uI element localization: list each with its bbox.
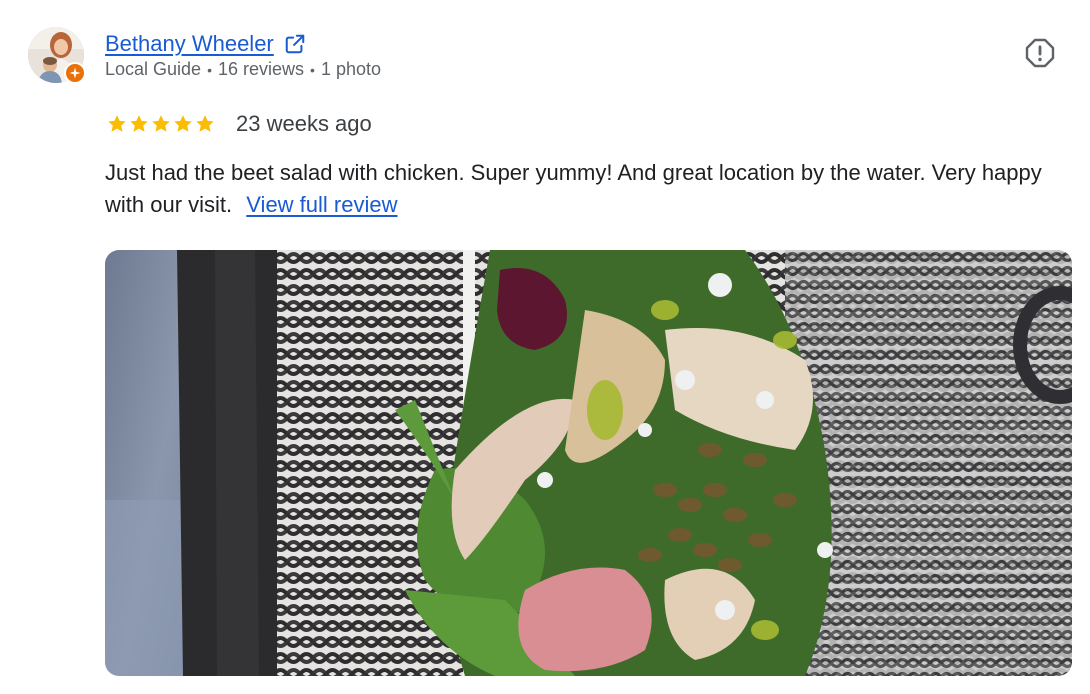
report-review-button[interactable] <box>1023 36 1057 70</box>
star-icon <box>196 115 214 132</box>
report-icon <box>1025 38 1055 68</box>
local-guide-badge-icon <box>64 62 86 84</box>
meta-separator: • <box>310 61 315 78</box>
review-header: Bethany Wheeler Local Guide • 16 reviews… <box>105 30 381 80</box>
review-time: 23 weeks ago <box>236 111 372 136</box>
reviewer-avatar[interactable] <box>28 27 86 85</box>
star-icon <box>108 115 126 132</box>
review-count: 16 reviews <box>217 59 305 79</box>
reviewer-name-row: Bethany Wheeler <box>105 30 381 58</box>
local-guide-label: Local Guide <box>105 59 202 79</box>
review-card: Bethany Wheeler Local Guide • 16 reviews… <box>0 0 1090 694</box>
external-link-icon[interactable] <box>283 32 307 56</box>
reviewer-name-link[interactable]: Bethany Wheeler <box>105 31 274 57</box>
star-rating <box>106 113 216 135</box>
review-photo[interactable] <box>105 250 1072 676</box>
star-icon <box>152 115 170 132</box>
meta-separator: • <box>207 61 212 78</box>
star-icon <box>174 115 192 132</box>
photo-count: 1 photo <box>320 59 381 79</box>
review-text: Just had the beet salad with chicken. Su… <box>105 157 1080 221</box>
star-icon <box>130 115 148 132</box>
view-full-review-link[interactable]: View full review <box>246 192 397 217</box>
reviewer-meta: Local Guide • 16 reviews • 1 photo <box>105 59 381 80</box>
rating-row: 23 weeks ago <box>106 110 372 138</box>
